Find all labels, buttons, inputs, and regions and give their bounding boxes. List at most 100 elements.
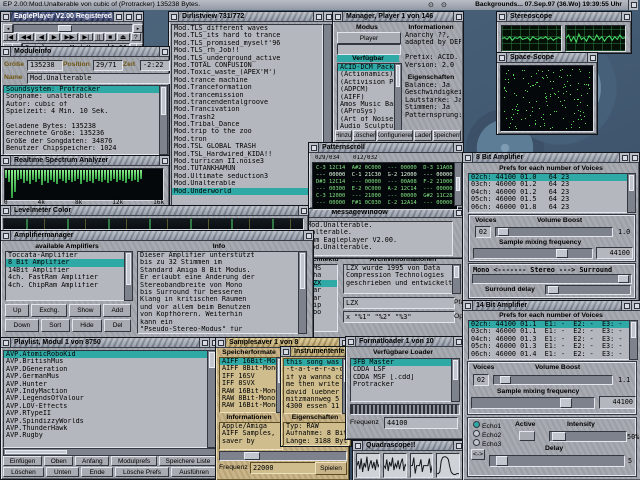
- depth-gadget-icon[interactable]: [631, 301, 640, 310]
- depth-gadget-icon[interactable]: [298, 206, 308, 215]
- playlist-button[interactable]: Oben: [44, 456, 73, 466]
- spectrum-titlebar[interactable]: Realtime Spectrum Analyzer: [1, 156, 169, 166]
- amp14-titlebar[interactable]: 14 Bit Amplifier: [463, 301, 640, 311]
- archiv-info-scrollbar[interactable]: [452, 264, 461, 294]
- dir-entry[interactable]: Mod.trip to the zoo: [172, 128, 322, 135]
- instrument-line[interactable]: 4300 essen 11: [284, 403, 342, 410]
- dir-entry[interactable]: Mod.Ultimate seduction3: [172, 173, 322, 180]
- amp-button[interactable]: Del: [104, 319, 131, 332]
- iconify-gadget-icon[interactable]: [113, 12, 123, 21]
- screen-titlebar[interactable]: EP 2.00:Mod.Unalterable von cubic of (Pr…: [0, 0, 638, 10]
- slider-knob[interactable]: [560, 398, 572, 408]
- formats-list[interactable]: AIFF 16Bit-MonoAIFF 8Bit-MonoIFF 16SVIFF…: [219, 357, 277, 413]
- playlist-entry[interactable]: AVP.LOV-Effects: [4, 403, 207, 410]
- moduleinfo-scrollbar[interactable]: [159, 85, 168, 155]
- transport-button[interactable]: |◀: [3, 33, 17, 41]
- eagleplayer-titlebar[interactable]: EaglePlayer V2.00 Registered: [1, 12, 143, 22]
- loader-list[interactable]: 3FB Master CDDA LSF CDDA MSF [.cdd] Protrac…: [350, 358, 452, 402]
- playlist-entry[interactable]: AVP.AtomicRoboKid: [4, 351, 207, 358]
- dir-entry[interactable]: Mod.Tranceformation: [172, 84, 322, 91]
- amp8-scrollbar[interactable]: [627, 173, 636, 213]
- dir-entry[interactable]: Mod.TLS_rh_Job!!: [172, 47, 322, 54]
- loader-entry[interactable]: 3FB Master: [351, 359, 451, 366]
- dir-list[interactable]: Mod.TLS_different waves Mod.TLS_its hard …: [171, 24, 323, 206]
- instrument-line[interactable]: this song was re: [284, 359, 342, 366]
- swap-button[interactable]: <->: [471, 449, 485, 460]
- seek-right-button[interactable]: ▸: [133, 24, 143, 33]
- instrument-line[interactable]: david luebner: [284, 389, 342, 396]
- boost-slider[interactable]: [493, 375, 613, 385]
- freq-field[interactable]: 22000: [250, 462, 316, 474]
- pan-slider[interactable]: [472, 274, 632, 284]
- zoom-gadget-icon[interactable]: [621, 301, 631, 310]
- depth-gadget-icon[interactable]: [303, 231, 313, 240]
- playlist-entry[interactable]: AVP.ThunderHawk: [4, 425, 207, 432]
- loader-ribbed-slider[interactable]: [350, 404, 460, 415]
- loader-entry[interactable]: CDDA MSF [.cdd]: [351, 374, 451, 381]
- dir-entry[interactable]: Mod.turrican II.noise3: [172, 158, 322, 165]
- amp-button[interactable]: Add: [103, 304, 131, 317]
- manager-button[interactable]: Konfigurieren: [377, 130, 413, 141]
- dir-entry[interactable]: Mod.Underworld: [172, 188, 322, 195]
- instrument-line[interactable]: -t-a-t-e-r-a-c-t-i: [284, 366, 342, 373]
- close-gadget-icon[interactable]: [1, 156, 11, 165]
- pattern-scrollbar[interactable]: [454, 162, 462, 206]
- playlist-button[interactable]: Ende: [81, 467, 112, 477]
- playlist-button[interactable]: Ausführen: [171, 467, 217, 477]
- intensity-slider[interactable]: [549, 431, 627, 442]
- player-entry[interactable]: Amos Music Bank: [338, 101, 394, 108]
- manager-filter-field[interactable]: [337, 44, 401, 55]
- format-entry[interactable]: RAW 8Bit-Mono: [220, 395, 276, 402]
- amplifier-entry[interactable]: 8 Bit Amplifier: [6, 259, 124, 266]
- transport-button[interactable]: ▶▶: [61, 33, 78, 41]
- slider-knob[interactable]: [244, 452, 260, 460]
- loader-entry[interactable]: CDDA LSF: [351, 366, 451, 373]
- mixfreq-slider[interactable]: [473, 248, 593, 259]
- player-entry[interactable]: (Actionamics): [338, 71, 394, 78]
- slider-knob[interactable]: [500, 376, 511, 384]
- playlist-button[interactable]: Speichere Liste: [159, 456, 217, 466]
- echo2-radio[interactable]: Echo2: [473, 430, 501, 439]
- playlist-list[interactable]: AVP.AtomicRoboKid AVP.BritishMus AVP.DGene…: [3, 350, 208, 448]
- zoom-gadget-icon[interactable]: [123, 12, 133, 21]
- voice-pref-row[interactable]: 05ch: 46000 01.3 E1: - E2: - E3: -: [469, 343, 629, 350]
- echo1-radio[interactable]: Echo1: [473, 421, 501, 430]
- dir-entry[interactable]: Mod.trancemission: [172, 92, 322, 99]
- playlist-entry[interactable]: AVP.DGeneration: [4, 366, 207, 373]
- player-entry[interactable]: (Art of Noise): [338, 116, 394, 123]
- instrument-line[interactable]: mitzmannweg 5: [284, 396, 342, 403]
- manager-button[interactable]: Laden: [414, 130, 432, 141]
- depth-gadget-icon[interactable]: [159, 156, 169, 165]
- close-gadget-icon[interactable]: [169, 12, 179, 21]
- amp-button[interactable]: Exchg.: [31, 304, 67, 317]
- format-entry[interactable]: RAW 16Bit-Mono: [220, 402, 276, 409]
- dir-entry[interactable]: Mod.Trash2: [172, 114, 322, 121]
- playlist-entry[interactable]: AVP.RTypeII: [4, 410, 207, 417]
- zoom-gadget-icon[interactable]: [313, 12, 323, 21]
- voices-value[interactable]: 02: [475, 226, 491, 238]
- voice-pref-row[interactable]: 05ch: 46000 01.5 64 23: [469, 196, 627, 203]
- dir-entry[interactable]: Mod.tron: [172, 136, 322, 143]
- depth-gadget-icon[interactable]: [453, 143, 463, 152]
- transport-button[interactable]: ⏏: [117, 33, 130, 41]
- close-gadget-icon[interactable]: [353, 441, 363, 450]
- dir-entry[interactable]: Mod.TOTAL CONFUSION: [172, 62, 322, 69]
- voice-pref-row[interactable]: 03ch: 46000 01.2 64 23: [469, 181, 627, 188]
- format-entry[interactable]: AIFF 16Bit-Mono: [220, 358, 276, 365]
- close-gadget-icon[interactable]: [1, 47, 11, 56]
- playlist-button[interactable]: Einfügen: [3, 456, 42, 466]
- dir-entry[interactable]: Mod.Trancivation: [172, 106, 322, 113]
- seek-left-button[interactable]: ◂: [3, 24, 13, 33]
- format-entry[interactable]: IFF 16SV: [220, 373, 276, 380]
- commodity-icon[interactable]: ⊙: [428, 1, 434, 9]
- amp-info-scrollbar[interactable]: [298, 251, 307, 334]
- close-gadget-icon[interactable]: [497, 12, 507, 21]
- slider-knob[interactable]: [556, 249, 568, 258]
- close-gadget-icon[interactable]: [281, 347, 291, 356]
- instruments-titlebar[interactable]: Instrumentenfenste: [281, 347, 351, 357]
- amplifier-scrollbar[interactable]: [124, 251, 133, 301]
- playlist-button[interactable]: Unten: [46, 467, 80, 477]
- ampmanager-titlebar[interactable]: Amplifiermanager: [1, 231, 313, 241]
- dir-entry[interactable]: Mod.TSL GLOBAL TRASH: [172, 143, 322, 150]
- voice-pref-row[interactable]: 04ch: 46000 01.2 64 23: [469, 189, 627, 196]
